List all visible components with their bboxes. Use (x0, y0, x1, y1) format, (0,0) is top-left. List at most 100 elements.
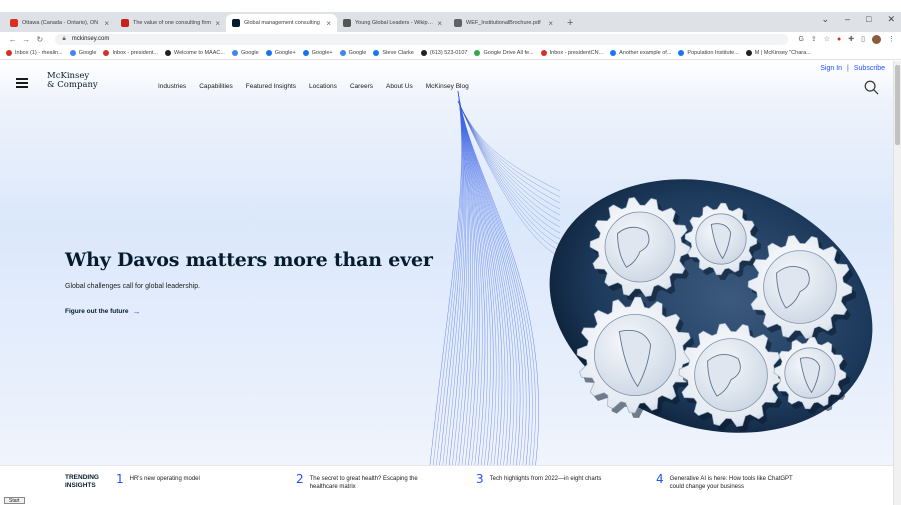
toolbar-actions: G ⇪ ☆ ● ✚ ▯ ⋮ (798, 34, 895, 44)
start-button[interactable]: Start (4, 497, 25, 504)
minimize-icon[interactable]: – (845, 14, 850, 25)
trending-number: 4 (656, 472, 664, 486)
window-controls: ⌄ – □ ✕ (821, 14, 895, 25)
extensions-puzzle-icon[interactable]: ✚ (848, 35, 854, 43)
trending-text-line-1: The secret to great health? Escaping the (309, 476, 418, 482)
google-lens-icon[interactable]: G (798, 36, 803, 43)
bookmark-label: Google (78, 50, 97, 56)
tab-favicon-icon (232, 19, 240, 27)
menu-kebab-icon[interactable]: ⋮ (888, 35, 895, 43)
bookmark-label: (613) 523-0107 (429, 50, 468, 56)
tab-favicon-icon (10, 19, 18, 27)
trending-item[interactable]: 2 The secret to great health? Escaping t… (296, 472, 418, 491)
tab-title: WEF_InstitutionalBrochure.pdf (466, 20, 541, 26)
trending-item[interactable]: 3 Tech highlights from 2022—in eight cha… (476, 472, 601, 486)
nav-item-mckinsey-blog[interactable]: McKinsey Blog (426, 83, 469, 90)
bookmark-favicon-icon (165, 50, 171, 56)
bookmark-item[interactable]: Google+ (265, 50, 296, 56)
bookmark-label: Inbox - president... (112, 50, 158, 56)
cta-label: Figure out the future (65, 308, 129, 315)
bookmark-item[interactable]: M | McKinsey "Chara... (745, 50, 811, 56)
extension-icon[interactable]: ● (837, 36, 841, 43)
forward-icon[interactable]: → (20, 35, 34, 44)
browser-tab-active[interactable]: Global management consulting × (226, 14, 337, 32)
bookmark-item[interactable]: Steve Clarke (373, 50, 414, 56)
bookmark-item[interactable]: Inbox - presidentCN... (540, 50, 604, 56)
trending-item[interactable]: 4 Generative AI is here: How tools like … (656, 472, 793, 491)
profile-avatar[interactable] (872, 34, 882, 44)
separator: | (847, 65, 849, 72)
sign-in-link[interactable]: Sign In (820, 65, 842, 72)
trending-text-line-2: healthcare matrix (309, 484, 356, 490)
back-icon[interactable]: ← (6, 35, 20, 44)
hero-cta-link[interactable]: Figure out the future → (65, 307, 141, 316)
mckinsey-logo[interactable]: McKinsey & Company (47, 72, 98, 90)
browser-tab[interactable]: Young Global Leaders - Wikipedi × (337, 14, 448, 32)
scrollbar[interactable] (893, 61, 901, 505)
search-icon[interactable] (864, 80, 879, 95)
bookmark-item[interactable]: Inbox - president... (103, 50, 158, 56)
bookmark-favicon-icon (420, 50, 427, 56)
bookmark-item[interactable]: Inbox (1) - rhealin... (6, 50, 63, 56)
bookmark-label: Google (348, 50, 367, 56)
bookmark-star-icon[interactable]: ☆ (824, 35, 830, 43)
bookmark-item[interactable]: Google+ (302, 50, 333, 56)
address-bar[interactable]: 🔒︎ mckinsey.com (54, 33, 789, 45)
lock-icon[interactable]: 🔒︎ (63, 36, 66, 43)
bookmark-item[interactable]: Google Drive All fe... (474, 50, 534, 56)
close-tab-icon[interactable]: × (104, 19, 109, 28)
bookmark-label: Another example of... (619, 50, 672, 56)
subscribe-link[interactable]: Subscribe (854, 65, 885, 72)
bookmark-favicon-icon (339, 50, 346, 56)
trending-text: Tech highlights from 2022—in eight chart… (490, 472, 602, 483)
trending-text: HR's new operating model (130, 472, 200, 483)
bookmark-label: Population Institute... (687, 50, 739, 56)
maximize-icon[interactable]: □ (866, 14, 871, 25)
close-tab-icon[interactable]: × (215, 19, 220, 28)
taskbar: Start (0, 497, 893, 505)
bookmark-item[interactable]: Population Institute... (678, 50, 739, 56)
bookmark-item[interactable]: Google (231, 50, 259, 56)
bookmark-item[interactable]: Google (69, 50, 97, 56)
new-tab-icon[interactable]: + (559, 14, 581, 32)
bookmark-item[interactable]: Another example of... (610, 50, 671, 56)
nav-item-industries[interactable]: Industries (158, 83, 186, 90)
nav-item-featured-insights[interactable]: Featured Insights (246, 83, 296, 90)
browser-tab[interactable]: The value of one consulting firm × (115, 14, 226, 32)
account-links: Sign In | Subscribe (820, 65, 885, 72)
close-tab-icon[interactable]: × (437, 19, 442, 28)
menu-hamburger-icon[interactable] (16, 78, 28, 88)
trending-item[interactable]: 1 HR's new operating model (116, 472, 200, 486)
close-tab-icon[interactable]: × (326, 19, 331, 28)
browser-tab[interactable]: WEF_InstitutionalBrochure.pdf × (448, 14, 559, 32)
nav-item-about-us[interactable]: About Us (386, 83, 413, 90)
nav-item-capabilities[interactable]: Capabilities (199, 83, 233, 90)
nav-item-careers[interactable]: Careers (350, 83, 373, 90)
bookmark-label: Google (240, 50, 259, 56)
bookmark-favicon-icon (302, 50, 309, 56)
bookmark-favicon-icon (540, 50, 547, 56)
bookmark-label: Steve Clarke (382, 50, 414, 56)
scrollbar-thumb[interactable] (895, 65, 900, 145)
tab-favicon-icon (343, 19, 351, 27)
bookmark-item[interactable]: Welcome to MAAC... (165, 50, 225, 56)
bookmark-label: Inbox - presidentCN... (549, 50, 604, 56)
close-tab-icon[interactable]: × (548, 19, 553, 28)
decorative-line (439, 90, 464, 465)
address-text: mckinsey.com (71, 36, 110, 42)
browser-tab[interactable]: Ottawa (Canada - Ontario), ON × (4, 14, 115, 32)
tab-search-icon[interactable]: ⌄ (821, 14, 829, 25)
share-icon[interactable]: ⇪ (811, 35, 817, 43)
close-window-icon[interactable]: ✕ (887, 14, 895, 25)
reload-icon[interactable]: ↻ (33, 35, 47, 44)
bookmarks-bar: Inbox (1) - rhealin... Google Inbox - pres… (0, 47, 901, 60)
bookmark-item[interactable]: Google (339, 50, 367, 56)
main-nav: Industries Capabilities Featured Insight… (158, 83, 469, 90)
bookmark-item[interactable]: (613) 523-0107 (420, 50, 468, 56)
trending-number: 2 (296, 472, 304, 486)
nav-item-locations[interactable]: Locations (309, 83, 337, 90)
decorative-line (442, 90, 465, 465)
trending-insights-bar: TRENDING INSIGHTS 1 HR's new operating m… (0, 465, 893, 497)
bookmark-label: Google+ (274, 50, 296, 56)
side-panel-icon[interactable]: ▯ (861, 35, 865, 43)
